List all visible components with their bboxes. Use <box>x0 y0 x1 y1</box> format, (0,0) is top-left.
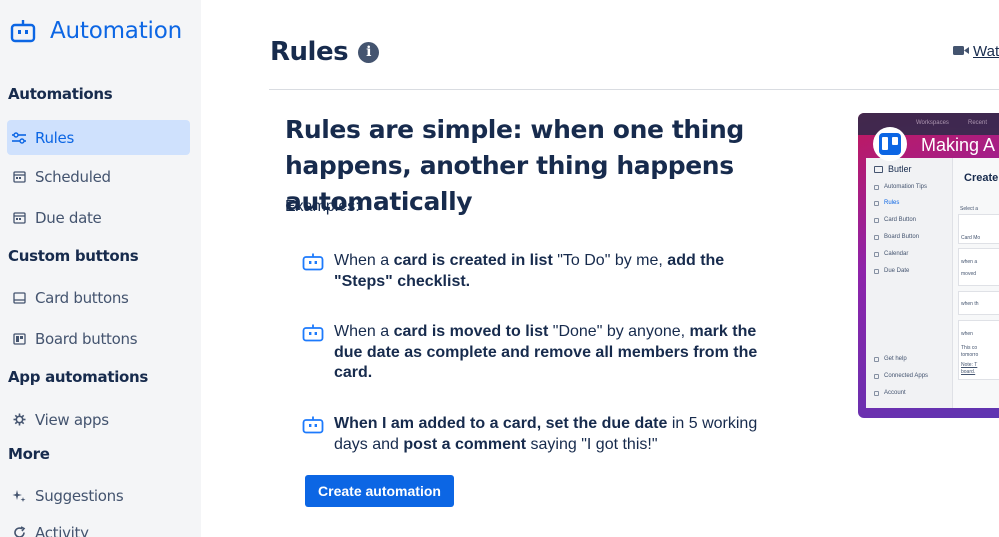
thumbnail-panel-text: when a <box>961 259 978 265</box>
sidebar-item-label: Activity <box>35 523 89 537</box>
sidebar-item-due-date[interactable]: Due date <box>7 200 190 235</box>
section-heading-app-automations: App automations <box>8 368 149 386</box>
thumbnail-panel: Butler Automation Tips Rules Card Button… <box>866 158 999 408</box>
example-text-emphasis: card is created in list <box>393 252 553 269</box>
thumbnail-panel-text: when <box>961 331 973 337</box>
sidebar-item-label: Due date <box>35 208 102 227</box>
sidebar-item-card-buttons[interactable]: Card buttons <box>7 280 190 315</box>
video-thumbnail[interactable]: Workspaces Recent Butler Automation Tips… <box>858 113 999 418</box>
section-heading-custom-buttons: Custom buttons <box>8 247 139 265</box>
sparkle-icon <box>11 488 27 504</box>
sidebar-item-rules[interactable]: Rules <box>7 120 190 155</box>
thumbnail-panel-item: Card Button <box>874 217 916 223</box>
thumbnail-panel-text: moved <box>961 271 977 277</box>
thumbnail-panel-text: board. <box>961 369 976 375</box>
brand[interactable]: Automation <box>10 14 182 48</box>
thumbnail-panel-item: Automation Tips <box>874 184 927 190</box>
thumbnail-panel-item: Board Button <box>874 234 919 240</box>
examples-label: Examples: <box>285 198 360 215</box>
section-heading-more: More <box>8 445 50 463</box>
thumbnail-panel-heading: Create <box>964 172 999 184</box>
example-item: When I am added to a card, set the due d… <box>302 414 772 455</box>
thumbnail-panel-brand-label: Butler <box>888 164 912 174</box>
section-heading-automations: Automations <box>8 85 113 103</box>
sidebar-item-label: Suggestions <box>35 486 124 505</box>
example-text-plain: "To Do" by me, <box>552 252 668 269</box>
refresh-icon <box>11 525 27 537</box>
example-item: When a card is created in list "To Do" b… <box>302 251 772 292</box>
example-text: When a card is moved to list "Done" by a… <box>334 322 772 384</box>
robot-icon <box>874 165 883 173</box>
sidebar-item-board-buttons[interactable]: Board buttons <box>7 321 190 356</box>
thumbnail-panel-item: Rules <box>874 200 899 206</box>
video-camera-icon <box>953 43 969 60</box>
trello-logo <box>873 127 907 161</box>
sidebar: Automation Automations Rules Scheduled D… <box>0 0 201 537</box>
video-title: Making A <box>921 135 996 155</box>
example-text-emphasis: When I am added to a card, set the due d… <box>334 415 668 432</box>
example-text-emphasis: post a comment <box>403 435 527 453</box>
thumbnail-panel-item: Account <box>874 390 906 396</box>
sidebar-item-view-apps[interactable]: View apps <box>7 402 190 437</box>
thumbnail-panel-box: when a moved <box>958 248 999 286</box>
page-title-text: Rules <box>270 37 349 67</box>
card-icon <box>11 290 27 306</box>
thumbnail-panel-text: Card Mo <box>961 235 981 241</box>
thumbnail-top-item: Recent <box>968 120 988 126</box>
thumbnail-panel-text: tomorro <box>961 352 979 358</box>
sidebar-item-scheduled[interactable]: Scheduled <box>7 159 190 194</box>
rules-headline: Rules are simple: when one thing happens… <box>285 115 744 216</box>
calendar-icon <box>11 169 27 185</box>
thumbnail-panel-sidebar: Butler Automation Tips Rules Card Button… <box>866 158 953 408</box>
gear-icon <box>11 412 27 428</box>
watch-video-label: Wat <box>973 43 999 60</box>
thumbnail-panel-text: when th <box>961 301 979 307</box>
sidebar-item-label: View apps <box>35 410 109 429</box>
thumbnail-panel-text: This co <box>961 345 978 351</box>
info-icon[interactable]: i <box>358 41 380 63</box>
sidebar-item-label: Rules <box>35 128 74 147</box>
example-text-emphasis: card is moved to list <box>393 323 549 340</box>
robot-icon <box>302 253 324 271</box>
thumbnail-panel-box: when This co tomorro Note: T board. <box>958 320 999 380</box>
create-automation-button[interactable]: Create automation <box>305 475 454 507</box>
example-text-plain: saying "I got this!" <box>526 435 658 453</box>
robot-icon <box>302 324 324 342</box>
thumbnail-panel-brand: Butler <box>874 164 912 174</box>
robot-icon <box>302 416 324 434</box>
example-text: When a card is created in list "To Do" b… <box>334 251 772 292</box>
robot-icon <box>10 18 36 44</box>
example-text-plain: When a <box>334 252 394 269</box>
example-text-plain: When a <box>334 323 394 340</box>
thumbnail-panel-main: Create Select a Card Mo when a moved whe… <box>954 158 999 408</box>
calendar-icon <box>11 210 27 226</box>
thumbnail-panel-item: Get help <box>874 356 907 362</box>
page-title: Rules i <box>270 37 380 67</box>
example-item: When a card is moved to list "Done" by a… <box>302 322 772 384</box>
thumbnail-panel-item: Calendar <box>874 251 908 257</box>
sidebar-item-suggestions[interactable]: Suggestions <box>7 478 190 513</box>
example-text-plain: "Done" by anyone, <box>548 323 690 340</box>
sidebar-item-activity[interactable]: Activity <box>7 515 190 537</box>
thumbnail-panel-box: when th <box>958 291 999 315</box>
thumbnail-panel-box: Card Mo <box>958 214 999 244</box>
example-text: When I am added to a card, set the due d… <box>334 414 772 455</box>
thumbnail-panel-text: Note: T <box>961 362 978 368</box>
sidebar-item-label: Card buttons <box>35 288 129 307</box>
app-title: Automation <box>50 18 182 44</box>
thumbnail-panel-item: Connected Apps <box>874 373 928 379</box>
thumbnail-panel-item: Due Date <box>874 268 909 274</box>
thumbnail-top-item: Workspaces <box>916 120 949 126</box>
watch-video-link[interactable]: Wat <box>953 43 999 60</box>
sidebar-item-label: Scheduled <box>35 167 111 186</box>
rules-icon <box>11 130 27 146</box>
sidebar-item-label: Board buttons <box>35 329 138 348</box>
thumbnail-panel-text: Select a <box>960 206 979 212</box>
header-divider <box>269 89 999 90</box>
board-icon <box>11 331 27 347</box>
